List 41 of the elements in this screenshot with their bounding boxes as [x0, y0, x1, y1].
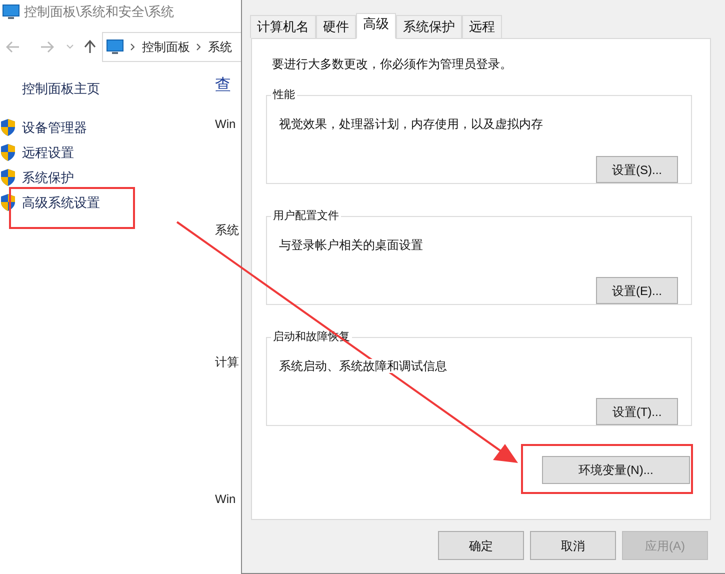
monitor-icon	[2, 4, 20, 20]
chevron-icon	[196, 43, 202, 51]
content-text: Win	[215, 118, 237, 133]
sidebar-home-link[interactable]: 控制面板主页	[0, 79, 215, 115]
content-text: Win	[215, 493, 237, 508]
tab[interactable]: 硬件	[316, 15, 356, 38]
dialog-button[interactable]: 取消	[530, 531, 616, 560]
sidebar-item[interactable]: 远程设置	[0, 140, 215, 165]
back-icon[interactable]	[6, 41, 20, 53]
settings-button[interactable]: 设置(E)...	[596, 277, 678, 304]
tab[interactable]: 计算机名	[250, 15, 316, 38]
forward-icon[interactable]	[40, 41, 54, 53]
monitor-icon	[106, 39, 124, 55]
dropdown-icon[interactable]	[66, 44, 74, 50]
content-text: 查	[215, 78, 232, 96]
group-description: 视觉效果，处理器计划，内存使用，以及虚拟内存	[279, 117, 543, 131]
environment-variables-button[interactable]: 环境变量(N)...	[542, 456, 690, 484]
shield-icon	[0, 194, 16, 211]
window-title: 控制面板\系统和安全\系统	[24, 3, 174, 22]
group-description: 与登录帐户相关的桌面设置	[279, 238, 423, 252]
content-text: 计算	[215, 356, 239, 371]
tab[interactable]: 远程	[462, 15, 502, 38]
chevron-icon	[130, 43, 136, 51]
content-text: 系统	[215, 224, 239, 239]
admin-notice: 要进行大多数更改，你必须作为管理员登录。	[272, 56, 513, 73]
group-description: 系统启动、系统故障和调试信息	[279, 359, 447, 373]
tab[interactable]: 高级	[356, 13, 396, 39]
tab[interactable]: 系统保护	[396, 15, 462, 38]
shield-icon	[0, 169, 16, 186]
up-icon[interactable]	[84, 40, 96, 54]
sidebar-item[interactable]: 设备管理器	[0, 115, 215, 140]
address-bar[interactable]: 控制面板 系统	[102, 32, 242, 62]
shield-icon	[0, 119, 16, 136]
settings-button[interactable]: 设置(T)...	[596, 398, 678, 425]
breadcrumb-item[interactable]: 控制面板	[142, 38, 190, 56]
shield-icon	[0, 144, 16, 161]
settings-button[interactable]: 设置(S)...	[596, 156, 678, 183]
sidebar-item[interactable]: 高级系统设置	[0, 190, 215, 215]
breadcrumb-item[interactable]: 系统	[208, 38, 232, 56]
sidebar-item[interactable]: 系统保护	[0, 165, 215, 190]
dialog-button[interactable]: 确定	[438, 531, 524, 560]
